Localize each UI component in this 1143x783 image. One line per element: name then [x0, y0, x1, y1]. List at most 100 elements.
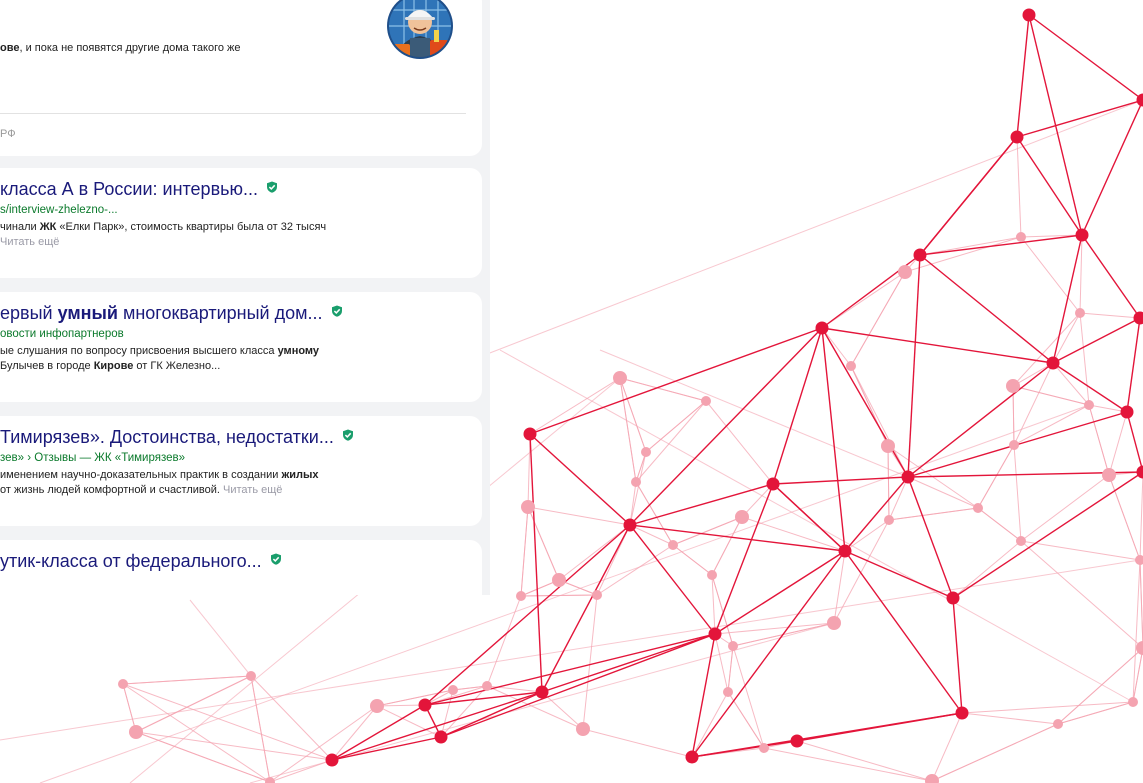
network-edge: [558, 524, 631, 581]
network-edge: [122, 675, 252, 685]
network-edge: [629, 451, 647, 526]
network-node: [815, 321, 829, 335]
network-edge: [961, 712, 1059, 725]
network-node: [790, 734, 804, 748]
text-span: класса А в России: интервью...: [0, 179, 259, 199]
network-edge: [122, 683, 333, 761]
network-node: [846, 361, 856, 371]
network-edge: [1020, 474, 1110, 542]
text-span: именением научно-доказательных практик в…: [0, 469, 282, 481]
search-results-panel: ове, и пока не появятся другие дома тако…: [0, 0, 490, 595]
network-node: [1133, 311, 1143, 325]
network-node: [1016, 232, 1026, 242]
network-edge: [486, 595, 522, 687]
network-node: [925, 774, 939, 783]
network-node: [370, 699, 384, 713]
network-edge: [732, 645, 765, 749]
network-edge: [499, 349, 1134, 703]
verified-shield-icon: [331, 305, 342, 317]
network-edge: [1013, 362, 1054, 446]
network-node: [1010, 130, 1024, 144]
network-edge: [1016, 136, 1022, 238]
network-edge: [727, 645, 734, 693]
result-snippet: ове, и пока не появятся другие дома тако…: [0, 42, 241, 54]
network-edge: [619, 377, 637, 483]
network-edge: [529, 327, 823, 435]
network-edge: [1016, 99, 1143, 138]
network-node: [766, 477, 780, 491]
network-edge: [440, 691, 543, 738]
result-title-link[interactable]: ервый умный многоквартирный дом...: [0, 303, 343, 323]
network-edge: [714, 550, 846, 635]
network-edge: [888, 507, 979, 521]
network-edge: [529, 433, 631, 526]
network-edge: [772, 476, 909, 485]
network-node: [613, 371, 627, 385]
read-more-link[interactable]: Читать ещё: [0, 236, 59, 248]
network-node: [1075, 228, 1089, 242]
result-url-link[interactable]: s/interview-zhelezno-...: [0, 204, 118, 216]
network-edge: [1079, 234, 1083, 314]
network-node: [434, 730, 448, 744]
network-node: [631, 477, 641, 487]
network-node: [707, 570, 717, 580]
network-edge: [527, 506, 631, 526]
network-edge: [888, 476, 909, 521]
result-title-link[interactable]: класса А в России: интервью...: [0, 179, 278, 199]
network-edge: [821, 271, 906, 329]
result-title-link[interactable]: Тимирязев». Достоинства, недостатки...: [0, 427, 354, 447]
network-edge: [1108, 411, 1128, 476]
network-node: [535, 685, 549, 699]
network-node: [482, 681, 492, 691]
network-edge: [844, 476, 909, 552]
result-url-link[interactable]: зев» › Отзывы — ЖК «Тимирязев»: [0, 452, 185, 464]
network-edge: [711, 516, 743, 576]
result-card: класса А в России: интервью... s/intervie…: [0, 168, 482, 278]
network-node: [955, 706, 969, 720]
network-edge: [520, 506, 529, 597]
network-node: [701, 396, 711, 406]
network-edge: [952, 471, 1143, 599]
snippet-line: именением научно-доказательных практик в…: [0, 468, 319, 483]
network-node: [838, 544, 852, 558]
network-edge: [1020, 540, 1143, 649]
network-edge: [714, 483, 774, 635]
network-node: [1128, 697, 1138, 707]
network-node: [1009, 440, 1019, 450]
text-span: чинали: [0, 221, 40, 233]
construction-worker-avatar-icon[interactable]: [374, 0, 466, 62]
text-span: «Елки Парк», стоимость квартиры была от …: [56, 221, 327, 233]
network-node: [325, 753, 339, 767]
verified-shield-icon: [267, 181, 278, 193]
result-card: ервый умный многоквартирный дом... овости…: [0, 292, 482, 402]
network-edge: [269, 705, 378, 783]
network-edge: [1088, 404, 1110, 476]
network-edge: [907, 476, 954, 599]
network-edge: [1079, 312, 1141, 319]
network-node: [552, 573, 566, 587]
network-edge: [714, 633, 729, 693]
network-edge: [527, 506, 560, 581]
network-edge: [887, 445, 890, 521]
text-span: Булычев в городе: [0, 360, 94, 372]
network-edge: [741, 516, 846, 552]
result-url-link[interactable]: овости инфопартнеров: [0, 328, 124, 340]
network-node: [901, 470, 915, 484]
result-snippet: ые слушания по вопросу присвоения высшег…: [0, 344, 319, 374]
divider: [0, 113, 466, 114]
network-edge: [1126, 317, 1141, 413]
network-node: [884, 515, 894, 525]
snippet-line: Булычев в городе Кирове от ГК Железно...: [0, 359, 319, 374]
network-edge: [135, 731, 333, 761]
network-edge: [931, 712, 963, 782]
text-span: утик-класса от федерального...: [0, 551, 262, 571]
network-edge: [1013, 404, 1090, 446]
network-edge: [821, 327, 1054, 364]
network-edge: [1020, 236, 1081, 314]
network-node: [623, 518, 637, 532]
read-more-link[interactable]: Читать ещё: [220, 484, 282, 496]
network-edge: [763, 747, 933, 782]
network-node: [708, 627, 722, 641]
result-title-link[interactable]: утик-класса от федерального...: [0, 551, 282, 571]
network-node: [1016, 536, 1026, 546]
